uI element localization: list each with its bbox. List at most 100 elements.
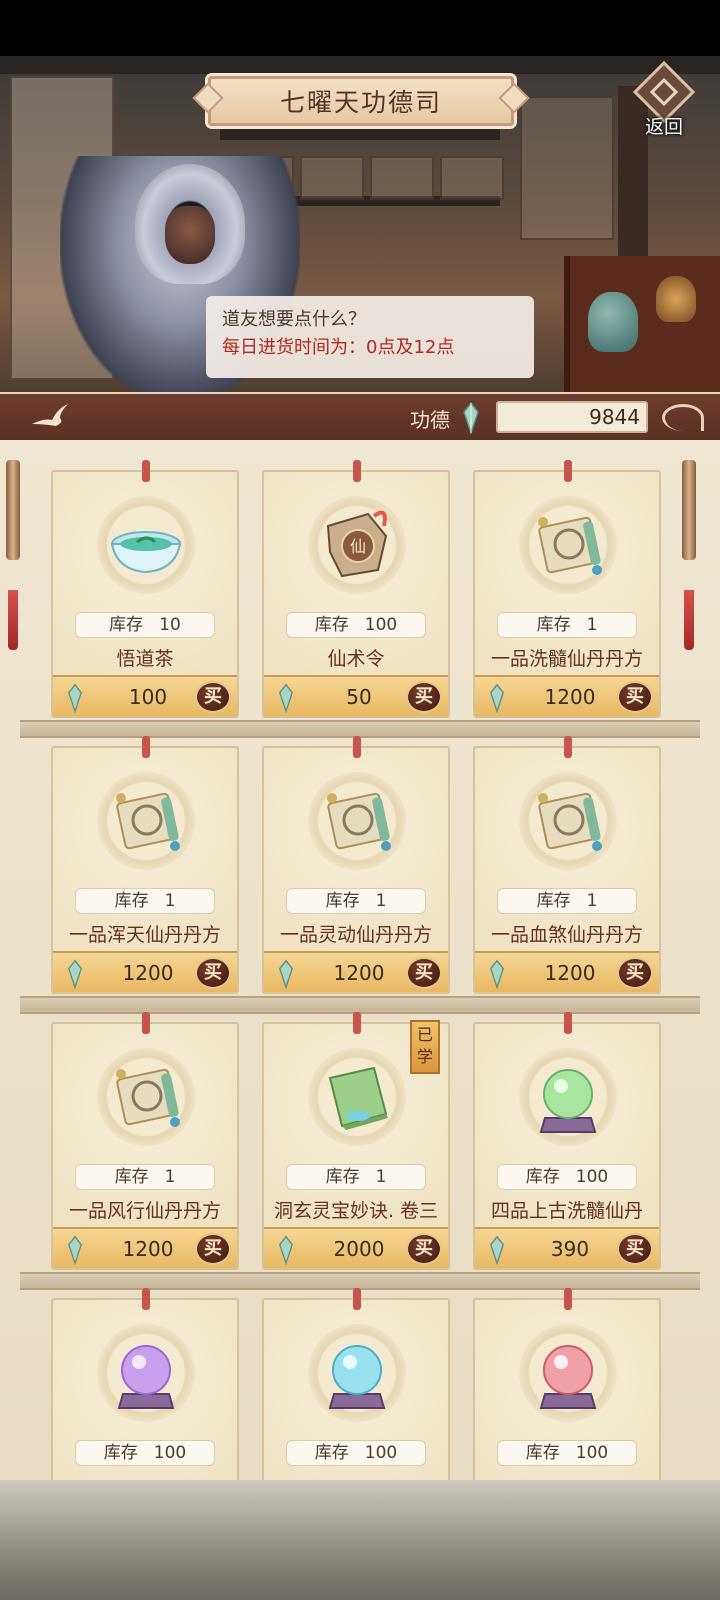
buy-button[interactable]: 买 bbox=[617, 1233, 653, 1265]
scroll-rod-right bbox=[682, 460, 696, 560]
card-peg bbox=[353, 1012, 361, 1034]
stock-badge: 库存 100 bbox=[497, 1440, 637, 1466]
price-bar: 1200 买 bbox=[475, 951, 659, 992]
scroll-icon bbox=[327, 792, 391, 851]
item-icon-frame bbox=[519, 772, 617, 870]
stock-label: 库存 bbox=[114, 891, 149, 911]
item-name: 一品血煞仙丹丹方 bbox=[490, 924, 643, 946]
stock-badge: 库存 1 bbox=[497, 888, 637, 914]
stock-value: 10 bbox=[159, 615, 181, 635]
item-icon-frame bbox=[519, 1048, 617, 1146]
shop-item-card[interactable]: 库存 100 bbox=[473, 1288, 661, 1480]
tea-bowl-icon bbox=[110, 531, 182, 574]
row-divider bbox=[20, 1272, 700, 1290]
stock-label: 库存 bbox=[314, 1443, 349, 1463]
item-name: 四品上古洗髓仙丹 bbox=[490, 1200, 643, 1222]
stock-label: 库存 bbox=[325, 891, 360, 911]
merit-currency-icon bbox=[490, 959, 504, 989]
item-icon-frame bbox=[308, 1324, 406, 1422]
shop-item-card[interactable]: 库存 1 洞玄灵宝妙诀. 卷三 2000 买 已学 bbox=[262, 1012, 450, 1270]
item-price: 2000 bbox=[333, 1237, 385, 1261]
shop-item-card[interactable]: 库存 1 一品浑天仙丹丹方 1200 买 bbox=[51, 736, 239, 994]
price-bar: 1200 买 bbox=[53, 951, 237, 992]
stock-badge: 库存 100 bbox=[497, 1164, 637, 1190]
merit-currency-icon bbox=[68, 959, 82, 989]
card-peg bbox=[142, 736, 150, 758]
scroll-rod-left bbox=[6, 460, 20, 560]
merit-label: 功德 bbox=[410, 408, 450, 432]
item-price: 1200 bbox=[122, 961, 174, 985]
item-icon-frame bbox=[97, 1048, 195, 1146]
card-peg bbox=[353, 1288, 361, 1310]
scroll-icon bbox=[116, 1068, 180, 1127]
card-peg bbox=[353, 460, 361, 482]
card-peg bbox=[564, 1012, 572, 1034]
shop-item-card[interactable]: 库存 1 一品血煞仙丹丹方 1200 买 bbox=[473, 736, 661, 994]
row-divider bbox=[20, 996, 700, 1014]
buy-button[interactable]: 买 bbox=[406, 1233, 442, 1265]
item-name: 一品洗髓仙丹丹方 bbox=[490, 648, 643, 670]
item-name: 洞玄灵宝妙诀. 卷三 bbox=[273, 1200, 439, 1222]
dialog-restock-time: 每日进货时间为：0点及12点 bbox=[222, 337, 455, 358]
price-bar: 1200 买 bbox=[264, 951, 448, 992]
shop-item-card[interactable]: 库存 1 一品风行仙丹丹方 1200 买 bbox=[51, 1012, 239, 1270]
stock-value: 1 bbox=[586, 615, 598, 635]
buy-button[interactable]: 买 bbox=[195, 681, 231, 713]
merit-bar: 功德 9844 bbox=[0, 392, 720, 445]
shop-grid[interactable]: 库存 10 悟道茶 100 买仙库存 100 仙术令 50 买库存 1 一品洗髓仙丹丹方 1200 买库… bbox=[0, 440, 720, 1480]
buy-button[interactable]: 买 bbox=[406, 957, 442, 989]
shop-item-card[interactable]: 库存 100 bbox=[51, 1288, 239, 1480]
back-button[interactable]: 返回 bbox=[632, 60, 696, 138]
item-price: 1200 bbox=[544, 961, 596, 985]
stock-value: 100 bbox=[153, 1443, 187, 1463]
shop-item-card[interactable]: 库存 10 悟道茶 100 买 bbox=[51, 460, 239, 718]
item-price: 1200 bbox=[544, 685, 596, 709]
merit-currency-icon bbox=[279, 683, 293, 713]
shop-item-card[interactable]: 库存 100 bbox=[262, 1288, 450, 1480]
stock-value: 1 bbox=[586, 891, 598, 911]
item-icon-frame bbox=[308, 772, 406, 870]
shop-item-card[interactable]: 仙库存 100 仙术令 50 买 bbox=[262, 460, 450, 718]
item-icon-frame bbox=[519, 496, 617, 594]
card-peg bbox=[353, 736, 361, 758]
stock-label: 库存 bbox=[103, 1443, 138, 1463]
treasure-shelf bbox=[564, 256, 720, 402]
buy-button[interactable]: 买 bbox=[406, 681, 442, 713]
merit-value: 9844 bbox=[496, 401, 648, 433]
price-bar: 390 买 bbox=[475, 1227, 659, 1268]
buy-button[interactable]: 买 bbox=[617, 957, 653, 989]
item-icon-frame: 仙 bbox=[308, 496, 406, 594]
stock-badge: 库存 100 bbox=[286, 612, 426, 638]
page-title: 七曜天功德司 bbox=[208, 76, 514, 126]
shop-item-card[interactable]: 库存 1 一品洗髓仙丹丹方 1200 买 bbox=[473, 460, 661, 718]
buy-button[interactable]: 买 bbox=[617, 681, 653, 713]
price-bar: 50 买 bbox=[264, 675, 448, 716]
stock-badge: 库存 1 bbox=[286, 1164, 426, 1190]
item-name: 悟道茶 bbox=[116, 648, 174, 670]
stock-badge: 库存 1 bbox=[286, 888, 426, 914]
shop-item-card[interactable]: 库存 100 四品上古洗髓仙丹 390 买 bbox=[473, 1012, 661, 1270]
stock-value: 1 bbox=[164, 891, 176, 911]
shop-item-card[interactable]: 库存 1 一品灵动仙丹丹方 1200 买 bbox=[262, 736, 450, 994]
buy-button[interactable]: 买 bbox=[195, 957, 231, 989]
card-peg bbox=[142, 1012, 150, 1034]
merit-currency-icon bbox=[279, 959, 293, 989]
token-icon: 仙 bbox=[326, 510, 388, 578]
stock-badge: 库存 1 bbox=[75, 888, 215, 914]
merit-currency-icon bbox=[490, 683, 504, 713]
crane-icon bbox=[32, 404, 68, 426]
buy-button[interactable]: 买 bbox=[195, 1233, 231, 1265]
stock-label: 库存 bbox=[525, 1443, 560, 1463]
price-bar: 1200 买 bbox=[475, 675, 659, 716]
price-bar: 2000 买 bbox=[264, 1227, 448, 1268]
dialog-greeting: 道友想要点什么？ bbox=[222, 309, 366, 330]
item-price: 1200 bbox=[122, 1237, 174, 1261]
item-name: 一品风行仙丹丹方 bbox=[68, 1200, 221, 1222]
item-icon-frame bbox=[97, 772, 195, 870]
merit-currency-icon bbox=[463, 402, 479, 434]
tassel-right bbox=[684, 590, 694, 650]
stock-label: 库存 bbox=[536, 615, 571, 635]
card-peg bbox=[142, 1288, 150, 1310]
merchant-mask bbox=[165, 206, 215, 264]
back-label: 返回 bbox=[644, 116, 683, 138]
